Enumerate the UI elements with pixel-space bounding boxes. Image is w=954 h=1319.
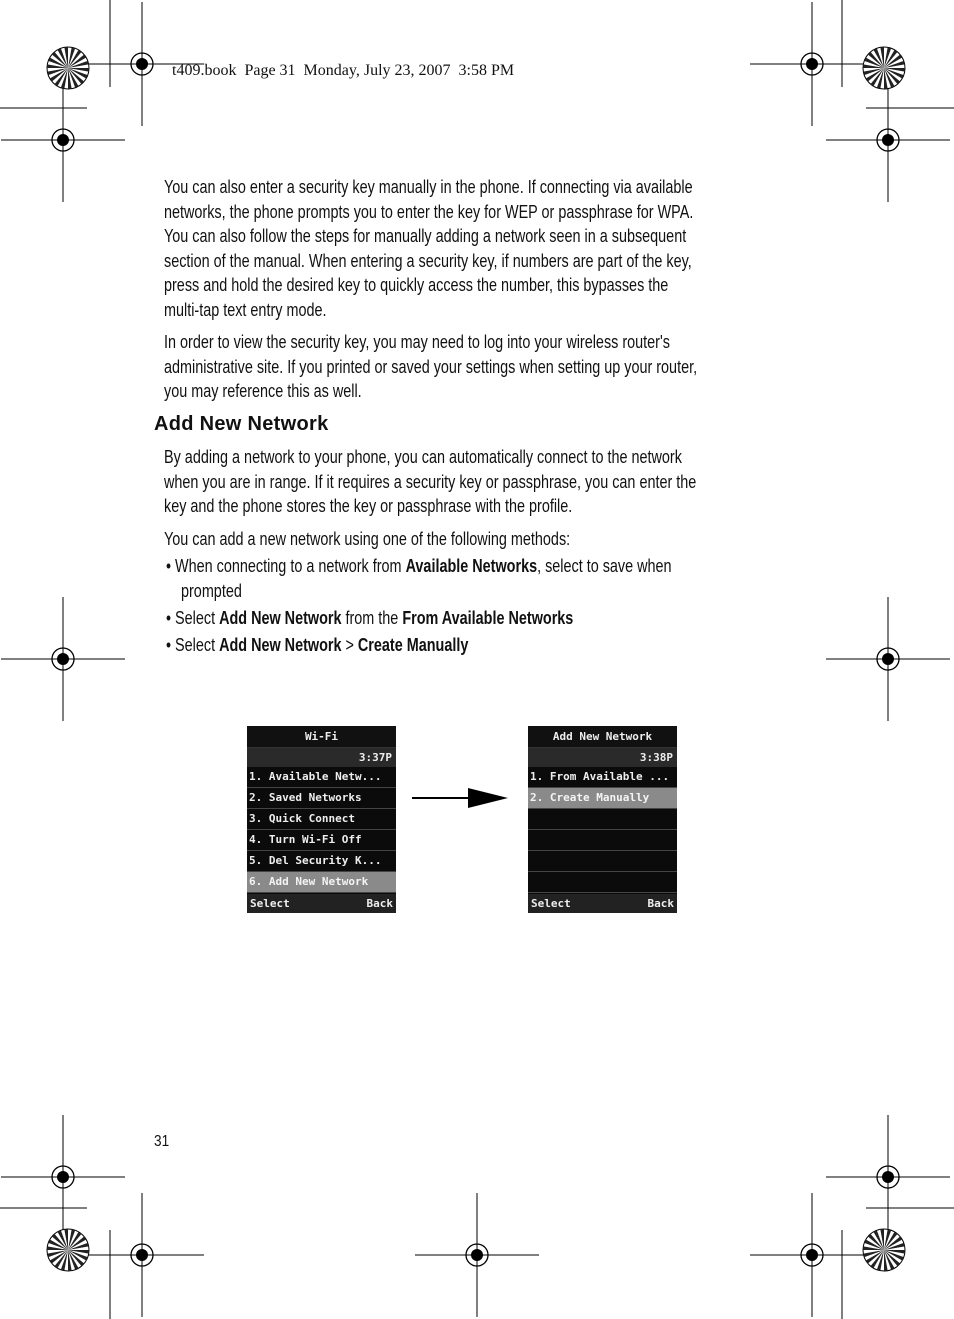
phone-screen-wifi: Wi-Fi 3:37P 1. Available Netw... 2. Saved N… [247, 726, 396, 913]
crosshair-mark [1, 597, 125, 721]
softkey-select[interactable]: Select [250, 894, 290, 913]
text: from the [341, 608, 403, 628]
menu-item[interactable] [528, 851, 677, 872]
menu-item[interactable]: 2. Create Manually [528, 788, 677, 809]
text-line: key and the phone stores the key or pass… [164, 496, 573, 517]
text: , select to save when [537, 556, 672, 576]
menu-item[interactable]: 2. Saved Networks [247, 788, 396, 809]
text-line: You can also enter a security key manual… [164, 177, 693, 197]
text-line: In order to view the security key, you m… [164, 332, 670, 352]
crosshair-mark [415, 1193, 539, 1317]
menu-item[interactable] [528, 830, 677, 851]
crosshair-mark [1, 78, 125, 202]
crosshair-mark [826, 597, 950, 721]
text-line: You can also follow the steps for manual… [164, 226, 687, 247]
menu-item[interactable]: 6. Add New Network [247, 872, 396, 893]
crosshair-mark [750, 2, 874, 126]
text: > [341, 635, 358, 655]
crosshair-mark [750, 1193, 874, 1317]
starburst-mark [862, 1228, 906, 1272]
menu-item[interactable]: 4. Turn Wi-Fi Off [247, 830, 396, 851]
crosshair-mark [826, 78, 950, 202]
text-line: when you are in range. If it requires a … [164, 471, 697, 492]
print-header: t409.book Page 31 Monday, July 23, 2007 … [172, 62, 515, 79]
menu-item[interactable]: 1. From Available ... [528, 767, 677, 788]
crosshair-mark [80, 1193, 204, 1317]
screen-title: Add New Network [528, 726, 677, 748]
bullet-item: • Select Add New Network from the From A… [166, 608, 573, 629]
bold-term: Add New Network [219, 635, 342, 655]
starburst-mark [862, 46, 906, 90]
text-line: you may reference this as well. [164, 381, 362, 402]
menu-item[interactable] [528, 872, 677, 893]
bullet-item: prompted [181, 581, 242, 602]
menu-item[interactable]: 5. Del Security K... [247, 851, 396, 872]
clock: 3:38P [528, 748, 677, 767]
text-line: press and hold the desired key to quickl… [164, 275, 669, 296]
starburst-mark [46, 1228, 90, 1272]
bullet-item: • Select Add New Network > Create Manual… [166, 635, 468, 656]
crosshair-mark [1, 1115, 125, 1239]
crosshair-mark [826, 1115, 950, 1239]
starburst-mark [46, 46, 90, 90]
bold-term: Add New Network [219, 608, 342, 628]
text-line: networks, the phone prompts you to enter… [164, 201, 694, 222]
text: • When connecting to a network from [166, 556, 406, 576]
section-heading: Add New Network [154, 413, 329, 435]
text-line: section of the manual. When entering a s… [164, 250, 692, 271]
menu-item[interactable]: 3. Quick Connect [247, 809, 396, 830]
text-line: You can add a new network using one of t… [164, 529, 571, 549]
softkey-back[interactable]: Back [648, 894, 675, 913]
bold-term: From Available Networks [402, 608, 574, 628]
bullet-item: • When connecting to a network from Avai… [166, 556, 672, 577]
screen-title: Wi-Fi [247, 726, 396, 748]
bold-term: Available Networks [405, 556, 538, 576]
text: • Select [166, 608, 220, 628]
softkey-select[interactable]: Select [531, 894, 571, 913]
manual-page: t409.book Page 31 Monday, July 23, 2007 … [0, 0, 954, 1319]
text-line: administrative site. If you printed or s… [164, 356, 698, 377]
phone-screen-add-network: Add New Network 3:38P 1. From Available ..… [528, 726, 677, 913]
menu-item[interactable] [528, 809, 677, 830]
text: • Select [166, 635, 220, 655]
page-number: 31 [154, 1133, 170, 1150]
text-line: multi-tap text entry mode. [164, 300, 327, 320]
clock: 3:37P [247, 748, 396, 767]
text: prompted [181, 581, 242, 601]
text-line: By adding a network to your phone, you c… [164, 447, 682, 467]
arrow-icon [412, 788, 508, 808]
menu-item[interactable]: 1. Available Netw... [247, 767, 396, 788]
bold-term: Create Manually [357, 635, 469, 655]
softkey-back[interactable]: Back [367, 894, 394, 913]
